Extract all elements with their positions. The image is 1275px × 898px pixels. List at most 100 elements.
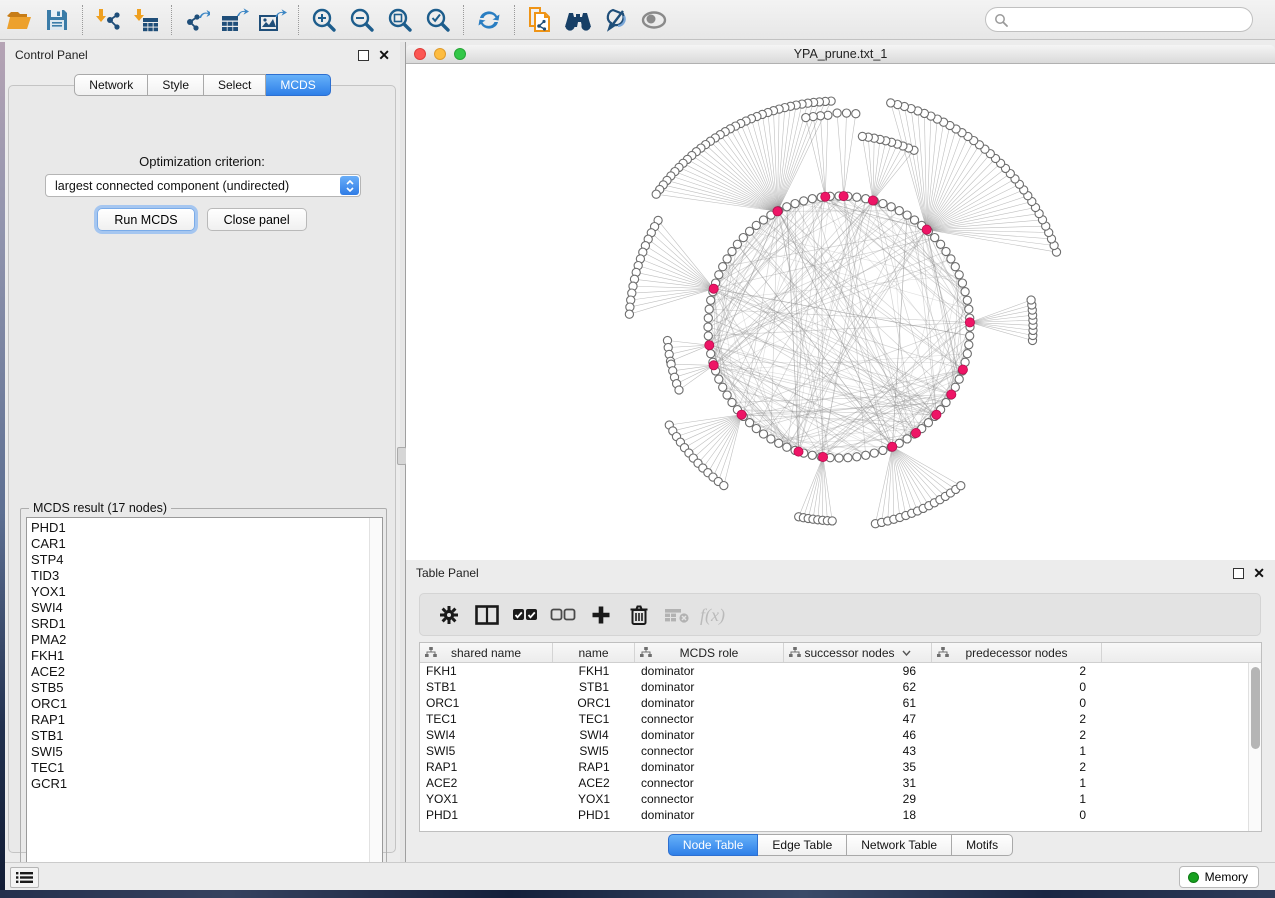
mcds-result-item[interactable]: SWI5	[31, 744, 382, 760]
hide-all-columns-button[interactable]	[546, 598, 580, 632]
search-network-button[interactable]	[559, 3, 597, 37]
mcds-result-item[interactable]: FKH1	[31, 648, 382, 664]
float-panel-icon[interactable]	[358, 50, 369, 61]
cell-shared_name: ACE2	[420, 775, 553, 791]
export-network-button[interactable]	[178, 3, 216, 37]
column-header-predecessor-nodes[interactable]: predecessor nodes	[932, 643, 1102, 662]
mcds-result-item[interactable]: STB1	[31, 728, 382, 744]
mcds-result-item[interactable]: CAR1	[31, 536, 382, 552]
export-image-button[interactable]	[254, 3, 292, 37]
export-image-icon	[259, 8, 287, 32]
apply-layout-button[interactable]	[470, 3, 508, 37]
save-session-button[interactable]	[38, 3, 76, 37]
table-row[interactable]: RAP1RAP1dominator352	[420, 759, 1261, 775]
clone-network-button[interactable]	[521, 3, 559, 37]
cell-mcds_role: dominator	[635, 807, 784, 823]
table-row[interactable]: STB1STB1dominator620	[420, 679, 1261, 695]
cell-successor_nodes: 61	[784, 695, 932, 711]
mcds-result-item[interactable]: YOX1	[31, 584, 382, 600]
cell-name: STB1	[553, 679, 635, 695]
table-row[interactable]: SWI4SWI4dominator462	[420, 727, 1261, 743]
mcds-result-item[interactable]: RAP1	[31, 712, 382, 728]
tab-network[interactable]: Network	[74, 74, 148, 96]
cell-mcds_role: connector	[635, 711, 784, 727]
tab-node-table[interactable]: Node Table	[668, 834, 759, 856]
cell-successor_nodes: 96	[784, 663, 932, 679]
table-body: FKH1FKH1dominator962STB1STB1dominator620…	[420, 663, 1261, 823]
create-column-button[interactable]	[584, 598, 618, 632]
refresh-icon	[476, 8, 502, 32]
open-file-button[interactable]	[0, 3, 38, 37]
close-table-panel-icon[interactable]: ✕	[1253, 568, 1265, 579]
float-table-panel-icon[interactable]	[1233, 568, 1244, 579]
export-table-button[interactable]	[216, 3, 254, 37]
mcds-result-item[interactable]: PMA2	[31, 632, 382, 648]
toggle-panel-button[interactable]	[470, 598, 504, 632]
mcds-result-item[interactable]: ORC1	[31, 696, 382, 712]
tab-mcds[interactable]: MCDS	[266, 74, 330, 96]
mcds-result-list: PHD1CAR1STP4TID3YOX1SWI4SRD1PMA2FKH1ACE2…	[26, 517, 383, 875]
mcds-result-groupbox: MCDS result (17 nodes) PHD1CAR1STP4TID3Y…	[20, 508, 387, 880]
cell-shared_name: SWI4	[420, 727, 553, 743]
import-network-button[interactable]	[89, 3, 127, 37]
mcds-result-item[interactable]: SRD1	[31, 616, 382, 632]
table-row[interactable]: ORC1ORC1dominator610	[420, 695, 1261, 711]
delete-column-button[interactable]	[622, 598, 656, 632]
cell-name: ORC1	[553, 695, 635, 711]
close-panel-icon[interactable]: ✕	[378, 50, 390, 61]
mcds-list-scrollbar[interactable]	[369, 518, 382, 874]
svg-text:f(x): f(x)	[700, 605, 725, 626]
table-row[interactable]: FKH1FKH1dominator962	[420, 663, 1261, 679]
cell-successor_nodes: 47	[784, 711, 932, 727]
column-header-shared-name[interactable]: shared name	[420, 643, 553, 662]
table-settings-button[interactable]	[432, 598, 466, 632]
zoom-fit-button[interactable]	[381, 3, 419, 37]
show-all-columns-button[interactable]	[508, 598, 542, 632]
table-row[interactable]: PHD1PHD1dominator180	[420, 807, 1261, 823]
tab-network-table[interactable]: Network Table	[847, 834, 952, 856]
criterion-dropdown[interactable]: largest connected component (undirected)	[45, 174, 361, 197]
show-hide-style-button[interactable]	[597, 3, 635, 37]
column-header-MCDS-role[interactable]: MCDS role	[635, 643, 784, 662]
cell-name: PHD1	[553, 807, 635, 823]
mcds-result-item[interactable]: GCR1	[31, 776, 382, 792]
mcds-result-item[interactable]: STB5	[31, 680, 382, 696]
mcds-result-item[interactable]: TID3	[31, 568, 382, 584]
tab-edge-table[interactable]: Edge Table	[758, 834, 847, 856]
mcds-result-item[interactable]: SWI4	[31, 600, 382, 616]
mcds-result-item[interactable]: STP4	[31, 552, 382, 568]
table-row[interactable]: SWI5SWI5connector431	[420, 743, 1261, 759]
tab-motifs[interactable]: Motifs	[952, 834, 1013, 856]
network-canvas[interactable]	[406, 64, 1275, 560]
tab-select[interactable]: Select	[204, 74, 266, 96]
column-header-successor-nodes[interactable]: successor nodes	[784, 643, 932, 662]
mcds-result-item[interactable]: PHD1	[31, 520, 382, 536]
toolbar-separator	[171, 5, 172, 35]
memory-button[interactable]: Memory	[1179, 866, 1259, 888]
delete-table-button[interactable]	[660, 598, 694, 632]
control-panel-tabs: NetworkStyleSelectMCDS	[5, 74, 400, 96]
zoom-out-button[interactable]	[343, 3, 381, 37]
column-header-name[interactable]: name	[553, 643, 635, 662]
table-row[interactable]: ACE2ACE2connector311	[420, 775, 1261, 791]
function-builder-button[interactable]: f(x)	[698, 598, 732, 632]
zoom-in-button[interactable]	[305, 3, 343, 37]
table-panel-title: Table Panel	[416, 566, 479, 580]
toolbar-separator	[463, 5, 464, 35]
tab-style[interactable]: Style	[148, 74, 204, 96]
memory-status-icon	[1188, 872, 1199, 883]
mcds-result-item[interactable]: ACE2	[31, 664, 382, 680]
import-table-button[interactable]	[127, 3, 165, 37]
search-input[interactable]	[1008, 13, 1244, 27]
task-history-button[interactable]	[10, 867, 39, 888]
zoom-selected-button[interactable]	[419, 3, 457, 37]
run-mcds-button[interactable]: Run MCDS	[97, 208, 194, 231]
eye-icon	[640, 10, 668, 30]
mcds-result-item[interactable]: TEC1	[31, 760, 382, 776]
close-panel-button[interactable]: Close panel	[207, 208, 307, 231]
table-row[interactable]: TEC1TEC1connector472	[420, 711, 1261, 727]
table-scrollbar-thumb[interactable]	[1251, 667, 1260, 749]
cell-mcds_role: dominator	[635, 679, 784, 695]
show-hide-view-button[interactable]	[635, 3, 673, 37]
table-row[interactable]: YOX1YOX1connector291	[420, 791, 1261, 807]
